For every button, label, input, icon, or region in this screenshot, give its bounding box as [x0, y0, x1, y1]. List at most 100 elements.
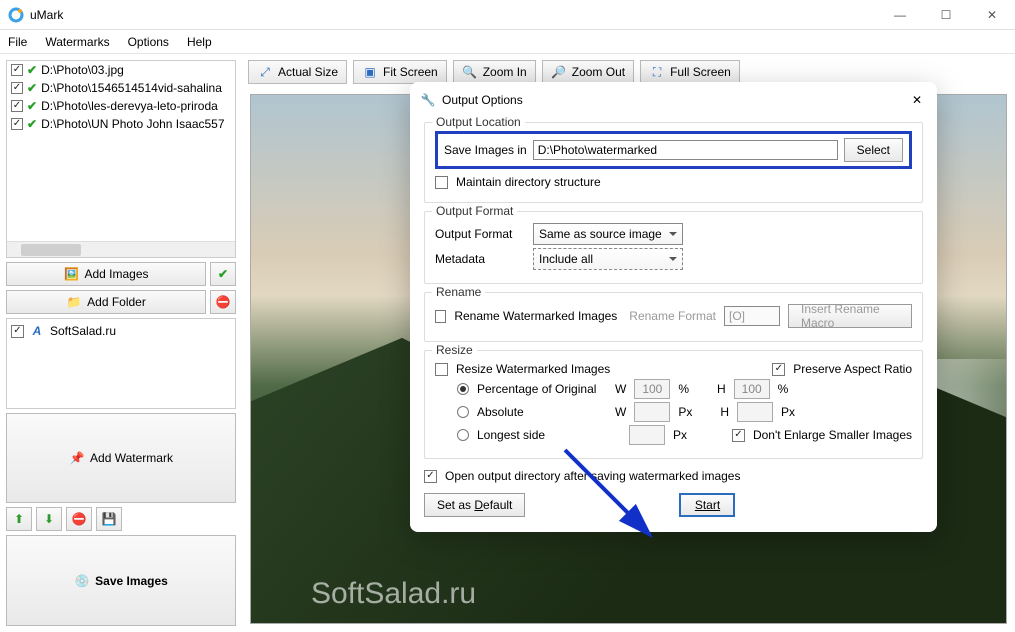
watermark-item[interactable]: A SoftSalad.ru: [7, 319, 235, 343]
move-up-button[interactable]: ⬆: [6, 507, 32, 531]
add-image-icon: 🖼️: [63, 266, 79, 282]
longest-side-label: Longest side: [477, 428, 621, 442]
add-images-button[interactable]: 🖼️ Add Images: [6, 262, 206, 286]
menu-file[interactable]: File: [6, 33, 29, 51]
check-all-button[interactable]: ✔: [210, 262, 236, 286]
open-output-checkbox[interactable]: [424, 470, 437, 483]
minimize-button[interactable]: —: [877, 0, 923, 30]
file-list[interactable]: ✔ D:\Photo\03.jpg ✔ D:\Photo\1546514514v…: [6, 60, 236, 258]
file-label: D:\Photo\les-derevya-leto-priroda: [41, 99, 218, 113]
actual-size-button[interactable]: ⤢ Actual Size: [248, 60, 347, 84]
file-item[interactable]: ✔ D:\Photo\1546514514vid-sahalina: [7, 79, 235, 97]
btn-label: Zoom In: [483, 65, 527, 79]
save-watermark-button[interactable]: 💾: [96, 507, 122, 531]
file-checkbox[interactable]: [11, 118, 23, 130]
height-pct-input: [734, 379, 770, 399]
file-label: D:\Photo\UN Photo John Isaac557: [41, 117, 224, 131]
menu-watermarks[interactable]: Watermarks: [43, 33, 111, 51]
output-location-group: Output Location Save Images in Select Ma…: [424, 122, 923, 203]
full-screen-button[interactable]: ⛶ Full Screen: [640, 60, 740, 84]
file-item[interactable]: ✔ D:\Photo\les-derevya-leto-priroda: [7, 97, 235, 115]
start-button[interactable]: Start: [679, 493, 735, 517]
arrow-down-icon: ⬇: [44, 512, 54, 526]
check-icon: ✔: [27, 117, 37, 131]
delete-watermark-button[interactable]: ⛔: [66, 507, 92, 531]
no-enlarge-checkbox[interactable]: [732, 429, 745, 442]
output-format-group: Output Format Output Format Same as sour…: [424, 211, 923, 284]
percentage-label: Percentage of Original: [477, 382, 607, 396]
add-watermark-button[interactable]: 📌 Add Watermark: [6, 413, 236, 504]
resize-checkbox[interactable]: [435, 363, 448, 376]
highlighted-path-row: Save Images in Select: [435, 131, 912, 169]
dialog-close-button[interactable]: ✕: [907, 90, 927, 110]
px-label: Px: [781, 405, 795, 419]
menubar: File Watermarks Options Help: [0, 30, 1015, 54]
close-button[interactable]: ✕: [969, 0, 1015, 30]
zoom-out-button[interactable]: 🔎Zoom Out: [542, 60, 634, 84]
actual-size-icon: ⤢: [257, 64, 273, 80]
app-icon: [8, 7, 24, 23]
group-legend: Rename: [432, 285, 485, 299]
file-checkbox[interactable]: [11, 100, 23, 112]
watermark-list[interactable]: A SoftSalad.ru: [6, 318, 236, 409]
rename-checkbox[interactable]: [435, 310, 446, 323]
rename-group: Rename Rename Watermarked Images Rename …: [424, 292, 923, 342]
move-down-button[interactable]: ⬇: [36, 507, 62, 531]
file-item[interactable]: ✔ D:\Photo\UN Photo John Isaac557: [7, 115, 235, 133]
menu-help[interactable]: Help: [185, 33, 214, 51]
preserve-aspect-checkbox[interactable]: [772, 363, 785, 376]
maximize-button[interactable]: ☐: [923, 0, 969, 30]
h-label: H: [717, 382, 726, 396]
remove-button[interactable]: ⛔: [210, 290, 236, 314]
fit-screen-button[interactable]: ▣ Fit Screen: [353, 60, 447, 84]
no-enlarge-label: Don't Enlarge Smaller Images: [753, 428, 912, 442]
horizontal-scrollbar[interactable]: [7, 241, 235, 257]
watermark-icon: 📌: [69, 450, 85, 466]
insert-rename-macro-button: Insert Rename Macro: [788, 304, 912, 328]
menu-options[interactable]: Options: [126, 33, 171, 51]
save-images-button[interactable]: 💿 Save Images: [6, 535, 236, 626]
folder-icon: 📁: [66, 294, 82, 310]
file-item[interactable]: ✔ D:\Photo\03.jpg: [7, 61, 235, 79]
remove-icon: ⛔: [72, 512, 87, 526]
file-label: D:\Photo\03.jpg: [41, 63, 124, 77]
percentage-radio[interactable]: [457, 383, 469, 395]
btn-label: Fit Screen: [383, 65, 438, 79]
file-checkbox[interactable]: [11, 64, 23, 76]
maintain-structure-checkbox[interactable]: [435, 176, 448, 189]
output-format-select[interactable]: Same as source image: [533, 223, 683, 245]
watermark-checkbox[interactable]: [11, 325, 24, 338]
save-images-icon: 💿: [74, 573, 90, 589]
window-title: uMark: [30, 8, 877, 22]
absolute-label: Absolute: [477, 405, 607, 419]
dialog-titlebar[interactable]: 🔧 Output Options ✕: [410, 82, 937, 114]
select-folder-button[interactable]: Select: [844, 138, 903, 162]
absolute-radio[interactable]: [457, 406, 469, 418]
btn-label: Add Folder: [87, 295, 146, 309]
close-icon: ✕: [912, 93, 922, 107]
fit-screen-icon: ▣: [362, 64, 378, 80]
btn-label: Add Watermark: [90, 451, 173, 465]
check-icon: ✔: [27, 99, 37, 113]
text-icon: A: [29, 323, 45, 339]
btn-label: Actual Size: [278, 65, 338, 79]
watermark-preview-text: SoftSalad.ru: [311, 577, 476, 611]
zoom-in-button[interactable]: 🔍Zoom In: [453, 60, 536, 84]
full-screen-icon: ⛶: [649, 64, 665, 80]
output-options-dialog: 🔧 Output Options ✕ Output Location Save …: [410, 82, 937, 532]
file-checkbox[interactable]: [11, 82, 23, 94]
watermark-label: SoftSalad.ru: [50, 324, 116, 338]
add-folder-button[interactable]: 📁 Add Folder: [6, 290, 206, 314]
longest-side-radio[interactable]: [457, 429, 469, 441]
group-legend: Output Location: [432, 115, 525, 129]
set-default-button[interactable]: Set as Default: [424, 493, 525, 517]
resize-group: Resize Resize Watermarked Images Preserv…: [424, 350, 923, 459]
metadata-select[interactable]: Include all: [533, 248, 683, 270]
arrow-up-icon: ⬆: [14, 512, 24, 526]
btn-label: Full Screen: [670, 65, 731, 79]
preserve-aspect-label: Preserve Aspect Ratio: [793, 362, 912, 376]
btn-label: Add Images: [84, 267, 148, 281]
btn-label: Insert Rename Macro: [801, 302, 899, 330]
output-path-input[interactable]: [533, 140, 838, 160]
dialog-title: Output Options: [442, 93, 907, 107]
